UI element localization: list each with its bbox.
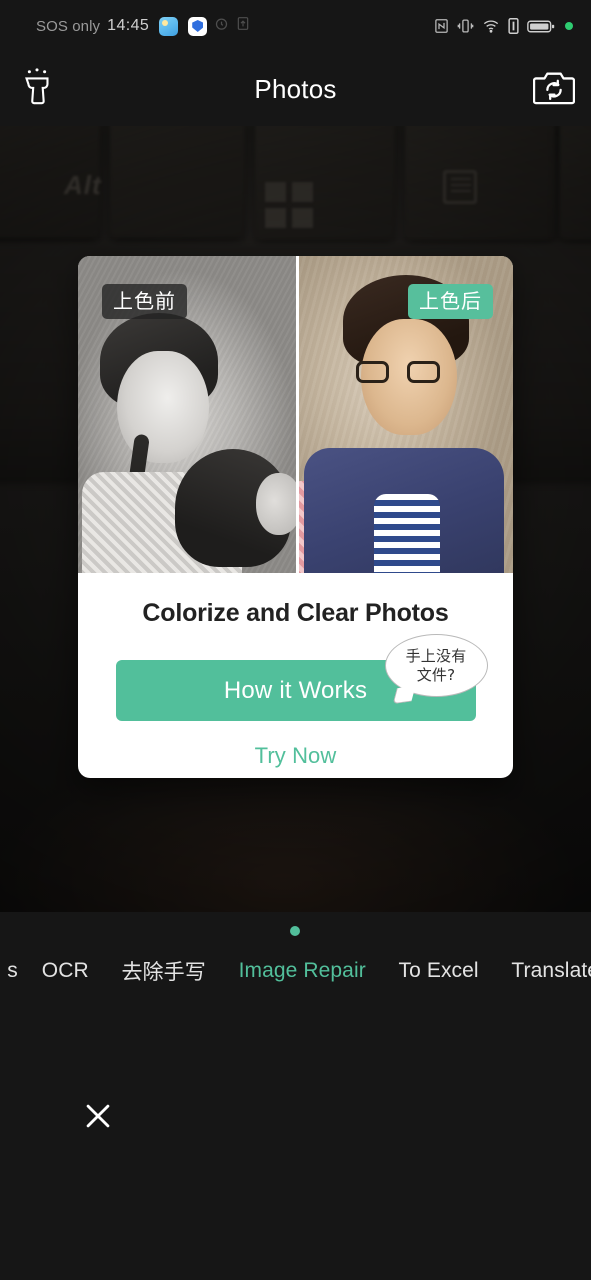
promo-card-body: Colorize and Clear Photos How it Works 手… bbox=[78, 573, 513, 778]
carrier-label: SOS only bbox=[36, 17, 101, 35]
camera-flip-button[interactable] bbox=[517, 52, 591, 126]
flashlight-icon bbox=[20, 67, 54, 112]
shield-app-icon bbox=[188, 16, 208, 36]
green-dot-indicator bbox=[565, 22, 573, 30]
tab-remove-handwriting[interactable]: 去除手写 bbox=[121, 956, 205, 986]
tab-translate[interactable]: Translate bbox=[511, 959, 591, 983]
camera-flip-icon bbox=[532, 68, 576, 111]
bubble-line-1: 手上没有 bbox=[405, 647, 467, 666]
flashlight-button[interactable] bbox=[0, 52, 74, 126]
tab-ocr[interactable]: OCR bbox=[42, 959, 89, 983]
status-bar-left: SOS only 14:45 bbox=[18, 16, 434, 36]
bubble-line-2: 文件? bbox=[416, 665, 456, 684]
weather-app-icon bbox=[159, 16, 179, 36]
page-dot-indicator bbox=[290, 926, 300, 936]
mode-tab-bar[interactable]: s OCR 去除手写 Image Repair To Excel Transla… bbox=[0, 950, 591, 992]
nfc-icon bbox=[434, 18, 449, 34]
image-split-divider bbox=[295, 256, 299, 573]
try-now-link[interactable]: Try Now bbox=[255, 743, 337, 769]
status-bar-right bbox=[434, 18, 573, 34]
close-icon bbox=[81, 1099, 115, 1138]
app-header: Photos bbox=[0, 52, 591, 126]
sim-icon bbox=[508, 18, 519, 34]
badge-before: 上色前 bbox=[102, 284, 187, 319]
status-bar: SOS only 14:45 bbox=[0, 0, 591, 52]
tab-image-repair[interactable]: Image Repair bbox=[239, 959, 366, 983]
battery-icon bbox=[527, 19, 555, 34]
alarm-icon bbox=[214, 16, 229, 36]
phone-screen: SOS only 14:45 Photos 上色前 上色后 Colorize a… bbox=[0, 0, 591, 1280]
promo-title: Colorize and Clear Photos bbox=[142, 599, 449, 627]
tab-to-excel[interactable]: To Excel bbox=[399, 959, 479, 983]
page-title: Photos bbox=[254, 73, 337, 104]
upload-icon bbox=[236, 16, 250, 36]
close-button[interactable] bbox=[76, 1096, 120, 1140]
wifi-icon bbox=[482, 18, 500, 34]
tab-partial-left[interactable]: s bbox=[7, 959, 23, 983]
badge-after: 上色后 bbox=[408, 284, 493, 319]
no-files-tooltip-bubble[interactable]: 手上没有 文件? bbox=[384, 634, 488, 697]
how-it-works-button[interactable]: How it Works 手上没有 文件? bbox=[115, 634, 488, 721]
vibrate-icon bbox=[457, 18, 474, 34]
before-after-image: 上色前 上色后 bbox=[78, 256, 513, 573]
how-it-works-label: How it Works bbox=[223, 676, 368, 704]
promo-card[interactable]: 上色前 上色后 Colorize and Clear Photos How it… bbox=[78, 256, 513, 778]
clock-label: 14:45 bbox=[107, 17, 150, 34]
